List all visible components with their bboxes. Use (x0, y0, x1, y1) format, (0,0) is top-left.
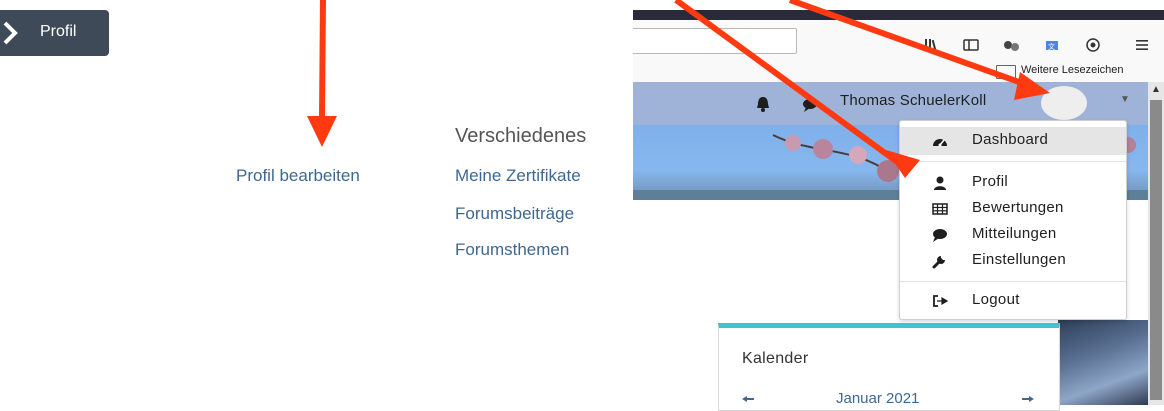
menu-item-profile[interactable]: Profil (900, 169, 1126, 197)
menu-item-label: Logout (972, 291, 1020, 308)
scrollbar-thumb[interactable] (1150, 100, 1162, 400)
bell-icon[interactable] (754, 95, 772, 113)
menu-divider (900, 161, 1126, 162)
user-dropdown-menu: Dashboard Profil Bewertungen Mitteilunge… (899, 120, 1127, 320)
menu-item-grades[interactable]: Bewertungen (900, 195, 1126, 223)
browser-title-strip (633, 10, 1164, 20)
annotation-arrow (307, 0, 337, 147)
user-name[interactable]: Thomas SchuelerKoll (840, 92, 986, 109)
sidebar-icon[interactable] (963, 38, 979, 52)
chat-icon[interactable] (802, 96, 820, 114)
menu-item-label: Bewertungen (972, 199, 1064, 216)
sign-out-icon (933, 295, 948, 307)
forum-posts-link[interactable]: Forumsbeiträge (455, 204, 574, 224)
profile-breadcrumb-button[interactable]: Profil (0, 10, 109, 56)
chevron-right-icon (3, 21, 18, 45)
menu-item-label: Einstellungen (972, 251, 1066, 268)
menu-item-logout[interactable]: Logout (900, 287, 1126, 315)
menu-item-messages[interactable]: Mitteilungen (900, 221, 1126, 249)
calendar-month[interactable]: Januar 2021 (836, 390, 919, 407)
calendar-block: Kalender Januar 2021 (718, 323, 1060, 411)
extension-icon[interactable] (1003, 38, 1021, 52)
church-photo (1058, 320, 1148, 405)
svg-text:文: 文 (1048, 42, 1055, 51)
menu-item-dashboard[interactable]: Dashboard (900, 127, 1126, 155)
scroll-up-icon[interactable]: ▲ (1151, 84, 1161, 95)
certificates-link[interactable]: Meine Zertifikate (455, 166, 581, 186)
table-icon (932, 203, 948, 215)
scrollbar[interactable]: ▲ (1148, 82, 1164, 405)
comment-icon (933, 229, 947, 242)
calendar-title: Kalender (742, 350, 809, 367)
breadcrumb-label: Profil (40, 23, 77, 40)
dashboard-icon (933, 139, 947, 147)
menu-item-label: Mitteilungen (972, 225, 1057, 242)
edit-profile-link[interactable]: Profil bearbeiten (236, 166, 360, 186)
folder-icon (996, 65, 1016, 79)
more-bookmarks-label[interactable]: Weitere Lesezeichen (1021, 64, 1124, 76)
library-icon[interactable] (924, 38, 940, 52)
forum-topics-link[interactable]: Forumsthemen (455, 240, 569, 260)
url-bar[interactable] (633, 28, 797, 54)
arrow-left-icon[interactable] (741, 394, 755, 404)
wrench-icon (932, 256, 945, 269)
menu-item-label: Dashboard (972, 131, 1049, 148)
arrow-right-icon[interactable] (1021, 394, 1035, 404)
menu-icon[interactable] (1134, 38, 1150, 52)
menu-divider (900, 281, 1126, 282)
avatar[interactable] (1041, 86, 1087, 120)
menu-item-label: Profil (972, 173, 1008, 190)
privacy-icon[interactable] (1085, 38, 1101, 52)
misc-heading: Verschiedenes (455, 125, 587, 147)
translate-icon[interactable]: 文 (1044, 38, 1060, 52)
menu-item-settings[interactable]: Einstellungen (900, 247, 1126, 275)
user-icon (934, 176, 946, 190)
chevron-down-icon[interactable]: ▼ (1120, 94, 1130, 105)
